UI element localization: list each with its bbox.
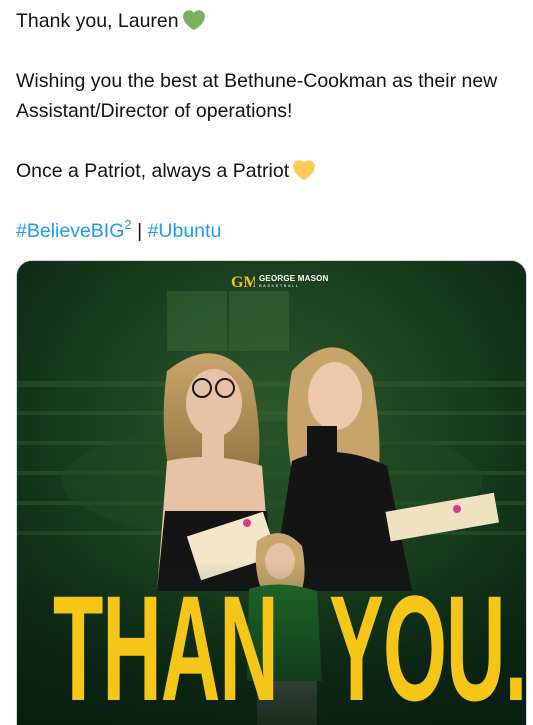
tweet-media-image[interactable]: GM GEORGE MASON BASKETBALL THAN YOU. (16, 260, 527, 725)
hashtag-ubuntu[interactable]: #Ubuntu (148, 220, 222, 242)
tweet-hashtags: #BelieveBIG2 | #Ubuntu (16, 216, 533, 246)
hashtag-believebig-label: #BelieveBIG (16, 220, 125, 242)
tweet-line-2: Wishing you the best at Bethune-Cookman … (16, 70, 498, 92)
svg-text:GM: GM (231, 274, 255, 291)
hashtag-believebig[interactable]: #BelieveBIG2 (16, 217, 132, 242)
headline-you: YOU. (329, 564, 527, 725)
green-heart-icon (182, 10, 205, 30)
tweet-text: Thank you, Lauren Wishing you the best a… (16, 6, 533, 246)
tweet-greeting: Thank you, Lauren (16, 10, 179, 32)
hashtag-separator: | (137, 220, 143, 242)
hashtag-superscript: 2 (124, 217, 132, 232)
tweet-line-3: Assistant/Director of operations! (16, 100, 293, 122)
gm-monogram-icon: GM (231, 274, 255, 291)
tweet-line-1: Thank you, Lauren (16, 6, 533, 36)
headline-than: THAN (53, 564, 279, 725)
yellow-heart-icon (293, 160, 316, 180)
logo-subtitle: BASKETBALL (259, 282, 300, 288)
tweet-line-4: Once a Patriot, always a Patriot (16, 156, 533, 186)
logo-title: GEORGE MASON (259, 273, 329, 283)
tweet: Thank you, Lauren Wishing you the best a… (0, 0, 533, 725)
tweet-motto: Once a Patriot, always a Patriot (16, 160, 290, 182)
george-mason-logo: GM GEORGE MASON BASKETBALL (231, 271, 329, 291)
